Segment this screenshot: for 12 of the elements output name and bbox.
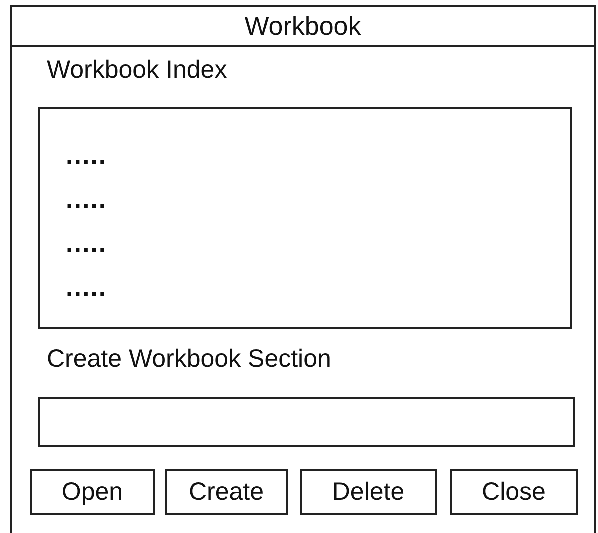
- index-label: Workbook Index: [47, 55, 228, 86]
- dialog-button[interactable]: Delete: [300, 469, 437, 515]
- dialog-button[interactable]: Open: [30, 469, 155, 515]
- list-item[interactable]: .....: [66, 139, 570, 171]
- list-item[interactable]: .....: [66, 227, 570, 259]
- dialog-button[interactable]: Create: [165, 469, 288, 515]
- dialog-button[interactable]: Close: [450, 469, 578, 515]
- list-item[interactable]: .....: [66, 271, 570, 303]
- list-item[interactable]: .....: [66, 183, 570, 215]
- section-label: Create Workbook Section: [47, 344, 332, 375]
- section-input-field[interactable]: [38, 397, 575, 447]
- window-title: Workbook: [12, 7, 594, 47]
